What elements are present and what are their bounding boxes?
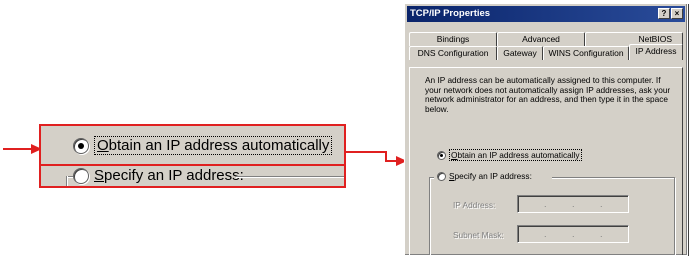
focus-rectangle: Obtain an IP address automatically: [449, 149, 582, 161]
zoom-obtain-ip-radio[interactable]: [73, 138, 89, 154]
radio-selected-dot: [78, 143, 84, 149]
tab-ip-address[interactable]: IP Address: [629, 44, 683, 60]
tab-wins-configuration[interactable]: WINS Configuration: [543, 46, 629, 60]
obtain-ip-label[interactable]: Obtain an IP address automatically: [449, 149, 582, 161]
specify-ip-radio[interactable]: [437, 172, 446, 181]
mask-dot-separator: .: [572, 229, 575, 239]
tab-bindings[interactable]: Bindings: [409, 32, 497, 46]
tab-gateway[interactable]: Gateway: [497, 46, 543, 60]
radio-selected-dot: [440, 154, 443, 157]
tab-dns-configuration[interactable]: DNS Configuration: [409, 46, 497, 60]
callout-arrow-to-dialog: [346, 151, 407, 166]
dialog-titlebar[interactable]: TCP/IP Properties ? ×: [407, 6, 685, 22]
zoom-groupbox-edge-right: [236, 176, 344, 177]
tcpip-properties-dialog: TCP/IP Properties ? × Bindings Advanced …: [404, 3, 688, 256]
help-button[interactable]: ?: [658, 8, 670, 19]
obtain-ip-radio[interactable]: [437, 151, 446, 160]
subnet-mask-input[interactable]: . . .: [517, 225, 629, 243]
zoom-red-separator: [41, 164, 344, 166]
subnet-mask-label: Subnet Mask:: [453, 230, 504, 240]
ip-address-label: IP Address:: [453, 200, 496, 210]
ip-dot-separator: .: [544, 199, 547, 209]
zoomed-detail-box: Obtain an IP address automatically Speci…: [39, 124, 346, 188]
zoom-obtain-ip-label[interactable]: Obtain an IP address automatically: [94, 136, 333, 155]
description-text: An IP address can be automatically assig…: [425, 75, 671, 114]
tab-advanced[interactable]: Advanced: [497, 32, 585, 46]
close-button[interactable]: ×: [671, 8, 683, 19]
ip-address-input[interactable]: . . .: [517, 195, 629, 213]
dialog-title: TCP/IP Properties: [410, 8, 491, 19]
ip-dot-separator: .: [600, 199, 603, 209]
zoom-groupbox-edge-vertical: [66, 176, 67, 186]
callout-arrow-left: [3, 144, 42, 154]
focus-rectangle: Obtain an IP address automatically: [94, 136, 333, 155]
specify-ip-groupbox: [429, 177, 675, 255]
specify-ip-label[interactable]: Specify an IP address:: [449, 171, 532, 181]
zoom-specify-ip-radio[interactable]: [73, 168, 89, 184]
ip-dot-separator: .: [572, 199, 575, 209]
mask-dot-separator: .: [544, 229, 547, 239]
mask-dot-separator: .: [600, 229, 603, 239]
zoom-specify-ip-label[interactable]: Specify an IP address:: [94, 167, 244, 185]
